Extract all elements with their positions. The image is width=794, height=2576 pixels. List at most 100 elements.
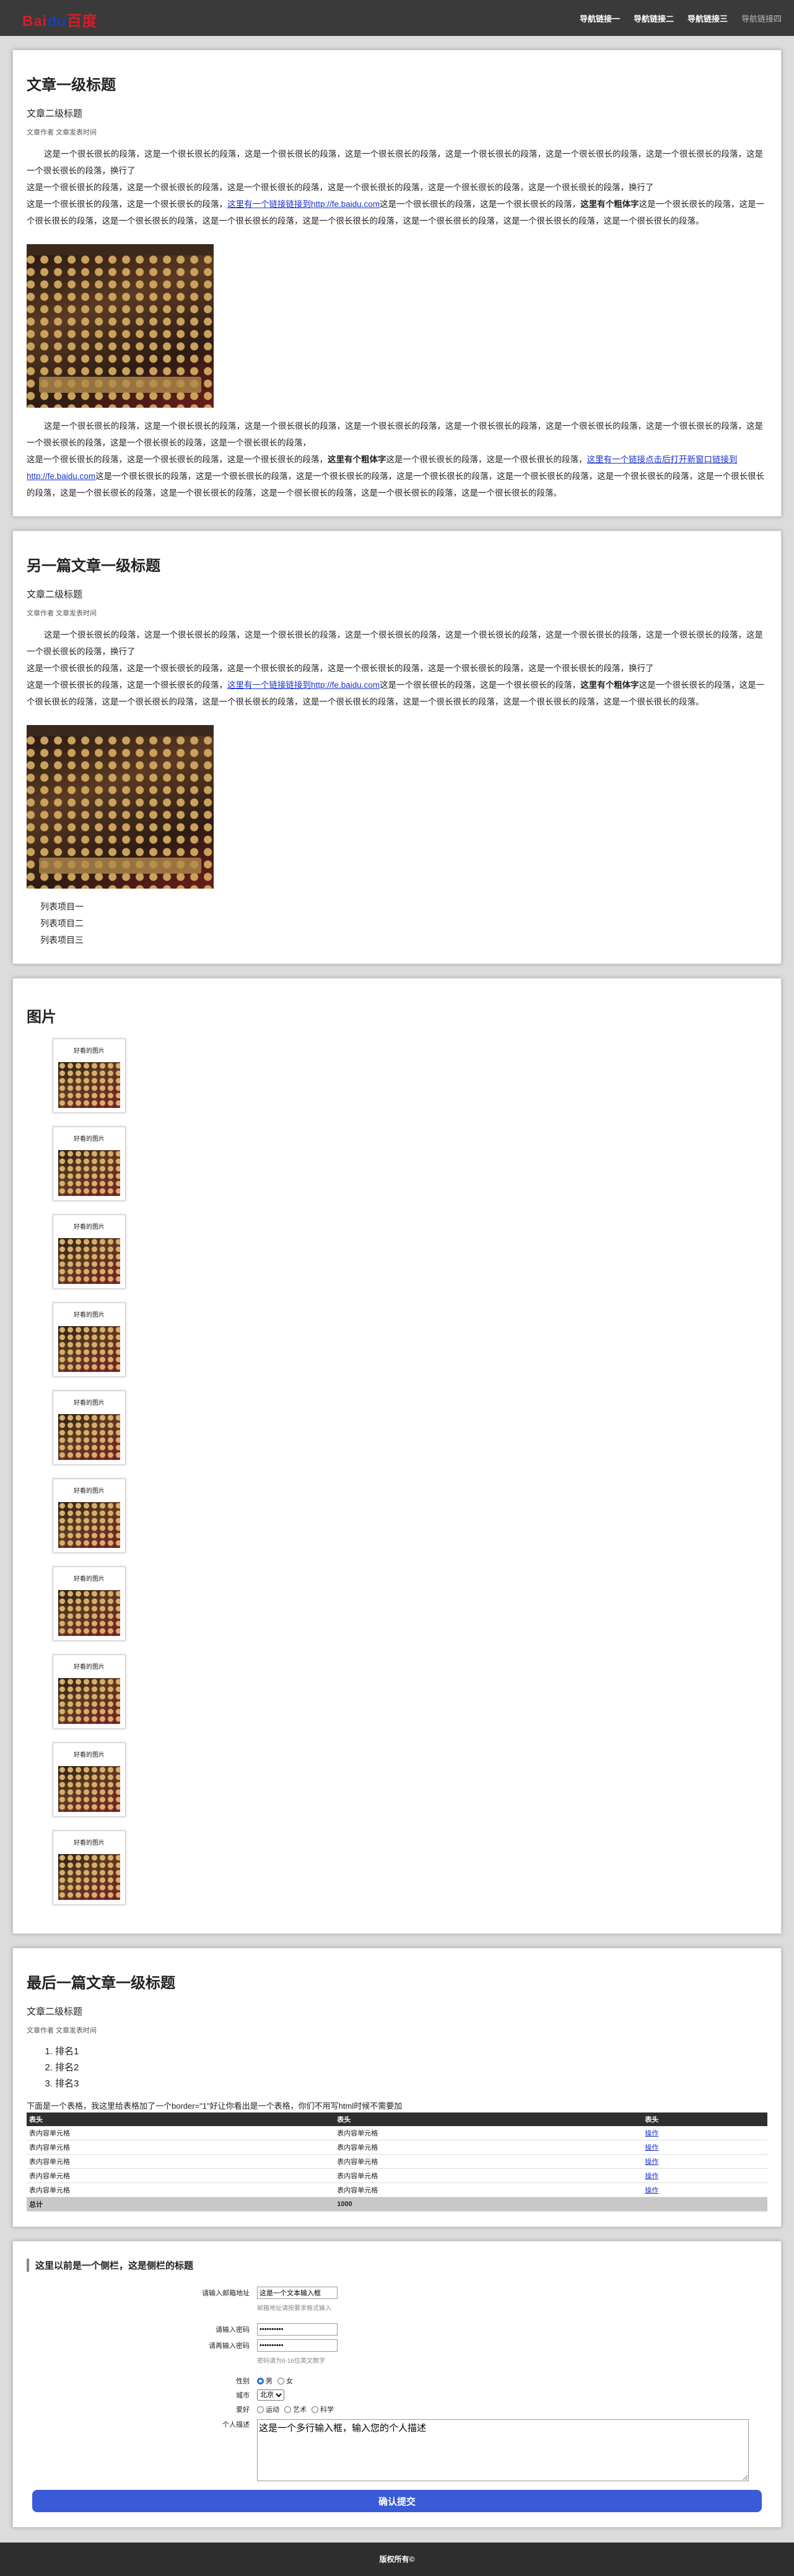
table-cell <box>642 2197 767 2212</box>
bold-text: 这里有个粗体字 <box>328 455 386 464</box>
article-subtitle: 文章二级标题 <box>27 2007 83 2017</box>
gallery-thumbnail[interactable]: 好看的图片 <box>53 1303 126 1377</box>
action-link[interactable]: 操作 <box>645 2187 658 2194</box>
article-paragraph: 这是一个很长很长的段落，这是一个很长很长的段落，这里有一个链接链接到http:/… <box>27 200 765 226</box>
email-input[interactable] <box>257 2287 338 2299</box>
article-paragraph: 这是一个很长很长的段落，这是一个很长很长的段落，这是一个很长很长的段落，这是一个… <box>27 421 763 447</box>
nav-link-3[interactable]: 导航链接三 <box>687 12 728 24</box>
data-table: 表头 表头 表头 表内容单元格 表内容单元格 操作 表内容单元格 表内容单元格 操作 表内容… <box>27 2112 767 2212</box>
thumbnail-caption: 好看的图片 <box>74 1136 105 1143</box>
gender-option-female[interactable]: 女 <box>277 2376 293 2386</box>
gallery-thumbnail[interactable]: 好看的图片 <box>53 1039 126 1113</box>
password-hint: 密码请为6-16位英文数字 <box>257 2358 326 2365</box>
article-title: 另一篇文章一级标题 <box>27 558 160 574</box>
keyboard-image <box>58 1238 120 1284</box>
gender-row: 性别 男 女 <box>27 2376 767 2386</box>
table-header-row: 表头 表头 表头 <box>27 2112 767 2126</box>
table-action-cell: 操作 <box>642 2183 767 2197</box>
hobby-option-sport[interactable]: 运动 <box>257 2404 279 2414</box>
action-link[interactable]: 操作 <box>645 2158 658 2166</box>
thumbnail-caption: 好看的图片 <box>74 1752 105 1759</box>
article-title: 最后一篇文章一级标题 <box>27 1975 175 1992</box>
article-card-1: 文章一级标题 文章二级标题 文章作者 文章发表时间 这是一个很长很长的段落，这是… <box>12 50 782 517</box>
article-card-2: 另一篇文章一级标题 文章二级标题 文章作者 文章发表时间 这是一个很长很长的段落… <box>12 530 782 964</box>
city-select[interactable]: 北京 <box>257 2389 284 2401</box>
hobby-label: 爱好 <box>236 2406 250 2414</box>
table-row: 表内容单元格 表内容单元格 操作 <box>27 2154 767 2169</box>
article-paragraph: 这是一个很长很长的段落，这是一个很长很长的段落，这是一个很长很长的段落，这是一个… <box>27 149 763 175</box>
table-cell: 表内容单元格 <box>334 2140 643 2155</box>
email-label: 请输入邮箱地址 <box>202 2290 250 2297</box>
article-paragraph: 这是一个很长很长的段落，这是一个很长很长的段落，这是一个很长很长的段落，这是一个… <box>27 664 654 673</box>
top-navbar: Baidu百度 导航链接一 导航链接二 导航链接三 导航链接四 <box>0 0 794 36</box>
gallery-thumbnail[interactable]: 好看的图片 <box>53 1831 126 1905</box>
radio-icon[interactable] <box>277 2377 284 2385</box>
gallery-thumbnail[interactable]: 好看的图片 <box>53 1391 126 1465</box>
keyboard-image <box>58 1502 120 1548</box>
radio-checked-icon[interactable] <box>257 2377 264 2385</box>
gallery-thumbnail[interactable]: 好看的图片 <box>53 1567 126 1641</box>
gallery-thumbnail[interactable]: 好看的图片 <box>53 1743 126 1817</box>
gallery-title: 图片 <box>27 1009 56 1026</box>
bold-text: 这里有个粗体字 <box>580 680 639 690</box>
ranking-list: 排名1 排名2 排名3 <box>27 2044 767 2092</box>
gallery-thumbnail[interactable]: 好看的图片 <box>53 1479 126 1553</box>
table-cell: 表内容单元格 <box>334 2168 643 2183</box>
baidu-logo[interactable]: Baidu百度 <box>22 9 98 30</box>
logo-text-chinese: 百度 <box>66 13 98 30</box>
fe-baidu-link[interactable]: 这里有一个链接链接到http://fe.baidu.com <box>227 200 380 209</box>
typewriter-keyboard-image <box>27 725 214 889</box>
ranking-item: 排名3 <box>55 2076 767 2092</box>
gallery-thumbnail[interactable]: 好看的图片 <box>53 1127 126 1201</box>
article-paragraph: 这是一个很长很长的段落，这是一个很长很长的段落，这是一个很长很长的段落，这是一个… <box>27 183 654 192</box>
article-subtitle: 文章二级标题 <box>27 589 83 600</box>
keyboard-image <box>58 1766 120 1812</box>
action-link[interactable]: 操作 <box>645 2144 658 2152</box>
fe-baidu-link[interactable]: 这里有一个链接链接到http://fe.baidu.com <box>227 680 380 690</box>
thumbnail-caption: 好看的图片 <box>74 1488 105 1495</box>
table-action-cell: 操作 <box>642 2168 767 2183</box>
checkbox-icon[interactable] <box>257 2406 264 2413</box>
gender-option-male[interactable]: 男 <box>257 2376 273 2386</box>
table-note: 下面是一个表格，我这里给表格加了一个border="1"好让你看出是一个表格，你… <box>27 2101 403 2111</box>
checkbox-icon[interactable] <box>284 2406 291 2413</box>
description-textarea[interactable]: 这是一个多行输入框，输入您的个人描述 <box>257 2419 749 2481</box>
nav-link-1[interactable]: 导航链接一 <box>580 12 620 24</box>
article-paragraph: 这是一个很长很长的段落，这是一个很长很长的段落，这是一个很长很长的段落，这是一个… <box>27 630 763 656</box>
article-card-3: 最后一篇文章一级标题 文章二级标题 文章作者 文章发表时间 排名1 排名2 排名… <box>12 1948 782 2227</box>
action-link[interactable]: 操作 <box>645 2173 658 2180</box>
submit-button[interactable]: 确认提交 <box>32 2490 762 2512</box>
password-input[interactable] <box>257 2323 338 2336</box>
password-label: 请输入密码 <box>216 2326 250 2334</box>
password-confirm-label: 请再输入密码 <box>209 2342 250 2350</box>
hobby-option-science[interactable]: 科学 <box>312 2404 334 2414</box>
table-total-row: 总计 1000 <box>27 2197 767 2212</box>
gallery-thumbnail[interactable]: 好看的图片 <box>53 1655 126 1729</box>
table-cell: 表内容单元格 <box>27 2154 335 2169</box>
thumbnail-caption: 好看的图片 <box>74 1312 105 1319</box>
password-confirm-input[interactable] <box>257 2339 338 2352</box>
gallery-thumbnail[interactable]: 好看的图片 <box>53 1215 126 1289</box>
ranking-item: 排名1 <box>55 2044 767 2060</box>
nav-link-2[interactable]: 导航链接二 <box>634 12 674 24</box>
list-item: 列表项目一 <box>40 902 84 912</box>
article-subtitle: 文章二级标题 <box>27 108 83 119</box>
hobby-row: 爱好 运动 艺术 科学 <box>27 2404 767 2414</box>
nav-link-4[interactable]: 导航链接四 <box>741 12 782 24</box>
keyboard-image <box>58 1854 120 1900</box>
table-row: 表内容单元格 表内容单元格 操作 <box>27 2140 767 2155</box>
hobby-option-art[interactable]: 艺术 <box>284 2404 307 2414</box>
table-cell: 表内容单元格 <box>27 2168 335 2183</box>
description-label: 个人描述 <box>222 2421 250 2429</box>
thumbnail-caption: 好看的图片 <box>74 1048 105 1055</box>
gallery-list: 好看的图片 好看的图片 好看的图片 好看的图片 好看的图片 好看的图片 好看的图片 好看的图片… <box>27 1039 767 1905</box>
table-header: 表头 <box>642 2112 767 2126</box>
action-link[interactable]: 操作 <box>645 2130 658 2137</box>
table-row: 表内容单元格 表内容单元格 操作 <box>27 2183 767 2197</box>
ranking-item: 排名2 <box>55 2060 767 2076</box>
table-cell: 表内容单元格 <box>334 2183 643 2197</box>
list-item: 列表项目二 <box>40 918 84 928</box>
article-meta: 文章作者 文章发表时间 <box>27 2027 97 2034</box>
keyboard-image <box>58 1414 120 1460</box>
checkbox-icon[interactable] <box>312 2406 318 2413</box>
